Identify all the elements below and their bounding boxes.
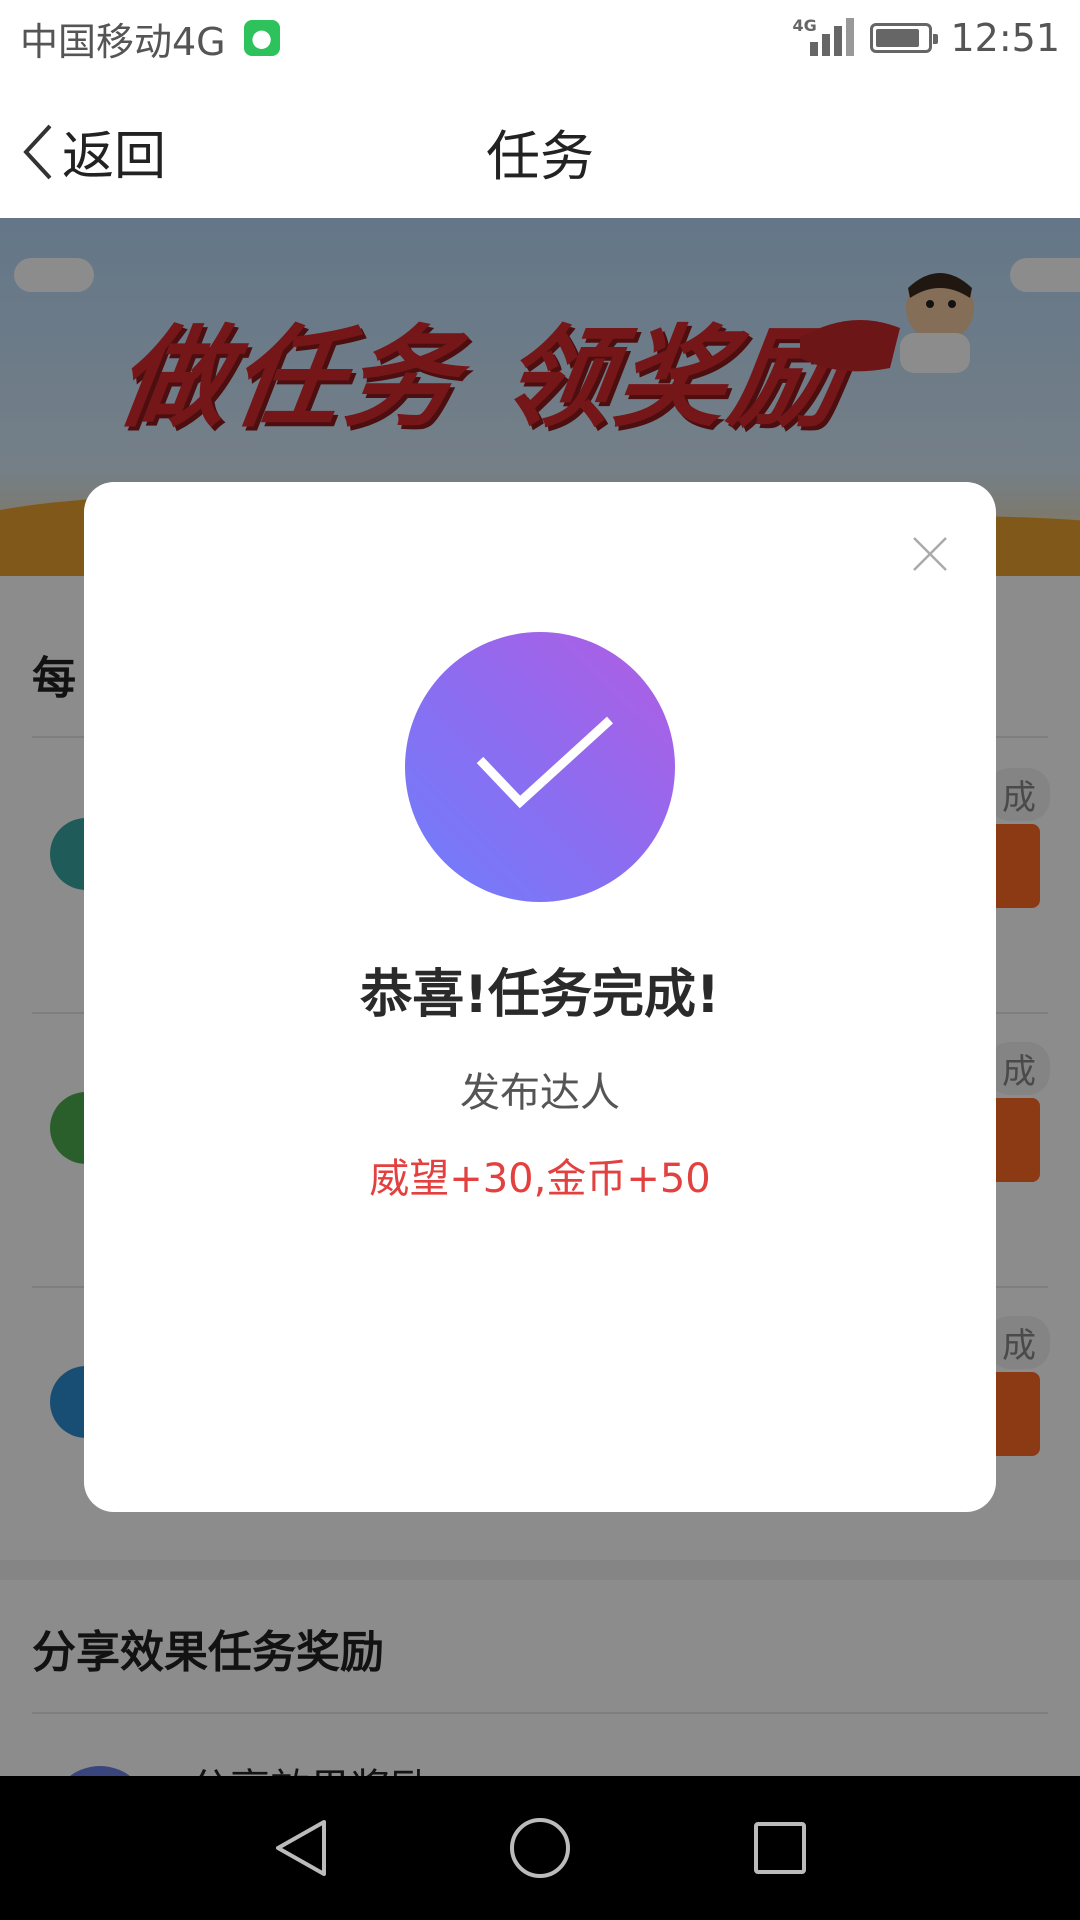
recents-square-icon[interactable] — [744, 1812, 816, 1884]
signal-icon: 4G — [792, 16, 855, 60]
battery-fill — [876, 29, 919, 47]
checkmark-icon — [476, 716, 614, 809]
task-name: 发布达人 — [460, 1070, 620, 1116]
wechat-icon: ● — [243, 20, 280, 56]
page-title: 任务 — [486, 125, 594, 188]
reward-text: 威望+30,金币+50 — [369, 1156, 711, 1202]
back-triangle-icon[interactable] — [264, 1812, 336, 1884]
system-nav-bar — [0, 1776, 1080, 1920]
nav-bar: 返回 任务 — [0, 76, 1080, 219]
network-tag: 4G — [792, 16, 817, 35]
clock: 12:51 — [950, 16, 1060, 60]
carrier-label: 中国移动4G — [20, 19, 226, 64]
status-right: 4G 12:51 — [792, 16, 1060, 60]
status-left: 中国移动4G ● — [20, 11, 280, 66]
close-icon[interactable] — [906, 530, 954, 578]
status-bar: 中国移动4G ● 4G 12:51 — [0, 0, 1080, 76]
task-complete-dialog: 恭喜!任务完成! 发布达人 威望+30,金币+50 — [84, 482, 996, 1512]
battery-icon — [870, 23, 939, 53]
dialog-title: 恭喜!任务完成! — [360, 965, 720, 1025]
success-badge — [405, 632, 675, 902]
home-circle-icon[interactable] — [504, 1812, 576, 1884]
